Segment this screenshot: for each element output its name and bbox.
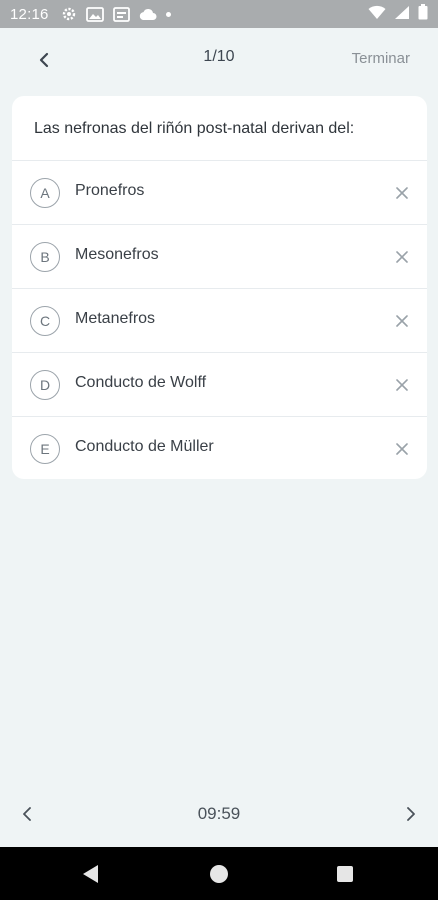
option-letter: B bbox=[30, 242, 60, 272]
option-label: Conducto de Wolff bbox=[75, 374, 207, 391]
eliminate-option-button[interactable] bbox=[393, 184, 411, 202]
option-letter: E bbox=[30, 434, 60, 464]
image-icon bbox=[85, 6, 104, 22]
option-letter: D bbox=[30, 370, 60, 400]
wifi-icon bbox=[368, 5, 386, 24]
battery-icon bbox=[418, 4, 428, 24]
eliminate-option-button[interactable] bbox=[393, 376, 411, 394]
close-icon bbox=[396, 443, 408, 455]
option-c[interactable]: C Metanefros bbox=[12, 288, 427, 352]
option-b[interactable]: B Mesonefros bbox=[12, 224, 427, 288]
triangle-back-icon bbox=[83, 865, 98, 883]
option-label: Mesonefros bbox=[75, 246, 159, 263]
cloud-icon bbox=[139, 8, 157, 21]
card-icon bbox=[112, 6, 130, 22]
option-a[interactable]: A Pronefros bbox=[12, 160, 427, 224]
status-bar: 12:16 bbox=[0, 0, 438, 28]
option-e[interactable]: E Conducto de Müller bbox=[12, 416, 427, 479]
quiz-footer: 09:59 bbox=[0, 790, 438, 836]
nav-recents-button[interactable] bbox=[337, 866, 353, 882]
system-nav-bar bbox=[0, 847, 438, 900]
close-icon bbox=[396, 379, 408, 391]
eliminate-option-button[interactable] bbox=[393, 248, 411, 266]
eliminate-option-button[interactable] bbox=[393, 312, 411, 330]
option-letter: C bbox=[30, 306, 60, 336]
chevron-right-icon bbox=[407, 807, 415, 821]
close-icon bbox=[396, 315, 408, 327]
question-text: Las nefronas del riñón post-natal deriva… bbox=[34, 120, 355, 137]
next-question-button[interactable] bbox=[402, 804, 420, 824]
settings-icon bbox=[61, 6, 77, 22]
status-time: 12:16 bbox=[10, 5, 49, 23]
option-letter: A bbox=[30, 178, 60, 208]
option-label: Conducto de Müller bbox=[75, 438, 214, 455]
quiz-header: 1/10 Terminar bbox=[0, 28, 438, 92]
nav-home-button[interactable] bbox=[210, 865, 228, 883]
dot-icon bbox=[165, 11, 171, 17]
close-icon bbox=[396, 187, 408, 199]
finish-button[interactable]: Terminar bbox=[352, 50, 410, 67]
close-icon bbox=[396, 251, 408, 263]
countdown-timer: 09:59 bbox=[197, 804, 241, 823]
question-card: Las nefronas del riñón post-natal deriva… bbox=[12, 96, 427, 479]
signal-icon bbox=[394, 5, 410, 24]
nav-back-button[interactable] bbox=[82, 864, 100, 889]
option-label: Pronefros bbox=[75, 182, 145, 199]
option-label: Metanefros bbox=[75, 310, 156, 327]
eliminate-option-button[interactable] bbox=[393, 440, 411, 458]
option-d[interactable]: D Conducto de Wolff bbox=[12, 352, 427, 416]
